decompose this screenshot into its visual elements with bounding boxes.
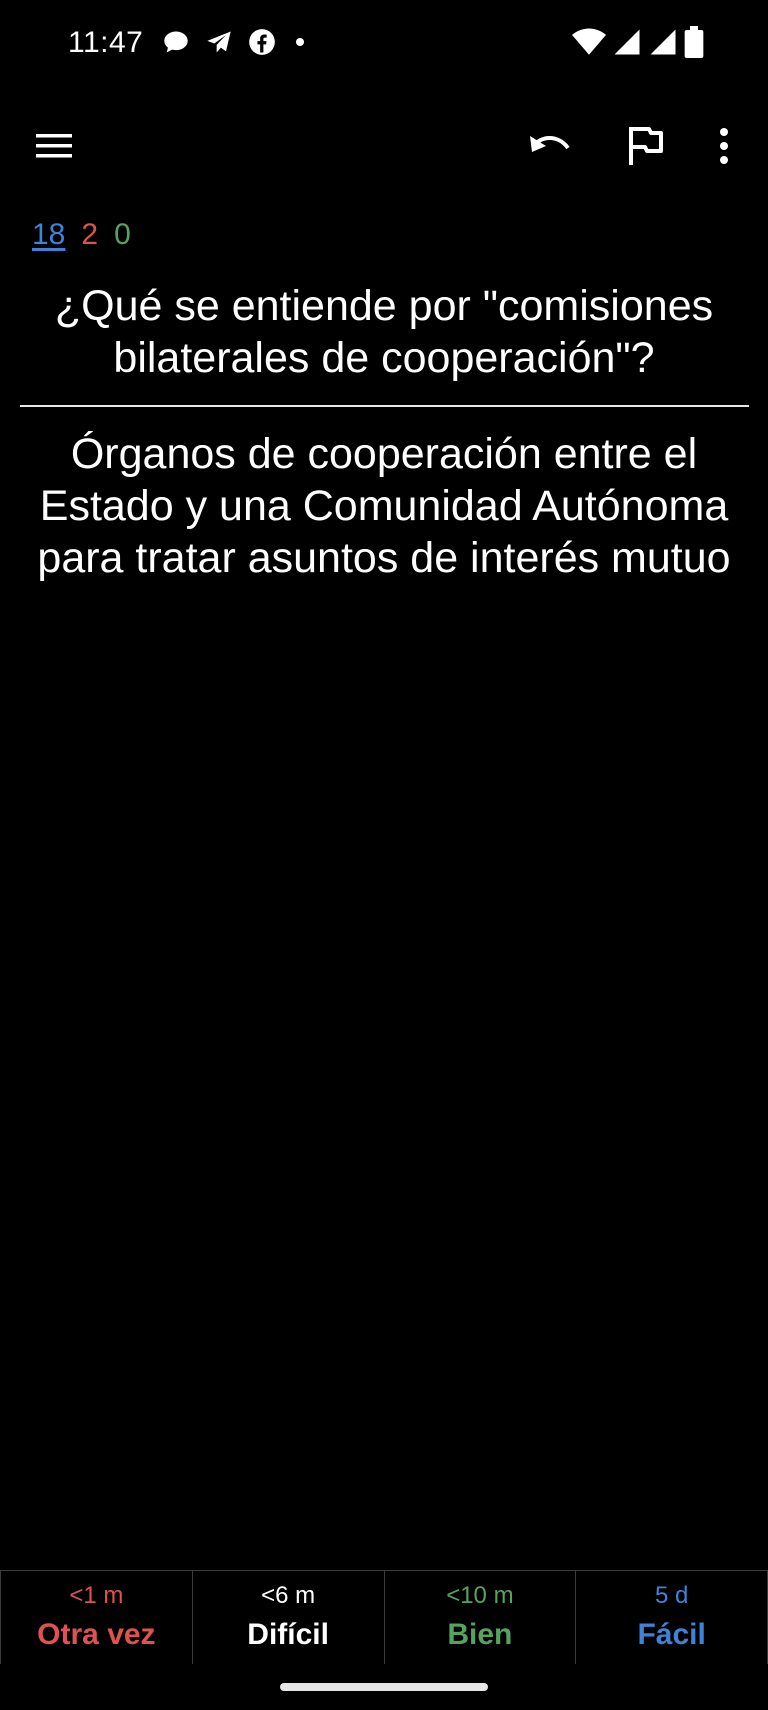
facebook-icon [248, 28, 276, 61]
good-interval: <10 m [446, 1581, 514, 1609]
toolbar [0, 106, 768, 190]
menu-icon [34, 131, 74, 166]
again-label: Otra vez [37, 1617, 156, 1651]
system-icons [572, 26, 704, 63]
notification-icons [162, 28, 310, 61]
easy-interval: 5 d [654, 1581, 689, 1609]
battery-icon [684, 26, 704, 63]
easy-label: Fácil [637, 1617, 706, 1651]
more-vert-icon [718, 127, 730, 169]
more-options-button[interactable] [698, 122, 750, 174]
status-bar: 11:47 [0, 0, 768, 90]
telegram-icon [204, 28, 234, 61]
good-button[interactable]: <10 m Bien [383, 1571, 577, 1664]
card-question: ¿Qué se entiende por "comisiones bilater… [54, 282, 714, 382]
flag-button[interactable] [620, 122, 672, 174]
gesture-nav-handle[interactable] [280, 1683, 488, 1691]
dot-icon [290, 28, 310, 61]
answer-divider [20, 405, 749, 407]
hard-label: Difícil [247, 1617, 329, 1651]
undo-button[interactable] [524, 122, 576, 174]
undo-icon [528, 130, 572, 167]
status-time: 11:47 [68, 26, 144, 59]
signal-icon [612, 27, 642, 62]
new-count: 18 [32, 218, 66, 251]
again-button[interactable]: <1 m Otra vez [0, 1571, 193, 1664]
easy-button[interactable]: 5 d Fácil [575, 1571, 768, 1664]
card-counts: 18 2 0 [32, 218, 131, 252]
hard-button[interactable]: <6 m Difícil [191, 1571, 385, 1664]
answer-buttons: <1 m Otra vez <6 m Difícil <10 m Bien 5 … [0, 1570, 768, 1664]
signal-icon [648, 27, 678, 62]
good-label: Bien [447, 1617, 513, 1651]
menu-button[interactable] [28, 122, 80, 174]
again-interval: <1 m [69, 1581, 124, 1609]
learning-count: 2 [81, 218, 99, 251]
wifi-icon [572, 27, 606, 62]
chat-bubble-icon [162, 28, 190, 61]
card-answer: Órganos de cooperación entre el Estado y… [37, 430, 731, 582]
hard-interval: <6 m [261, 1581, 316, 1609]
review-count: 0 [114, 218, 131, 251]
flag-icon [627, 125, 665, 172]
